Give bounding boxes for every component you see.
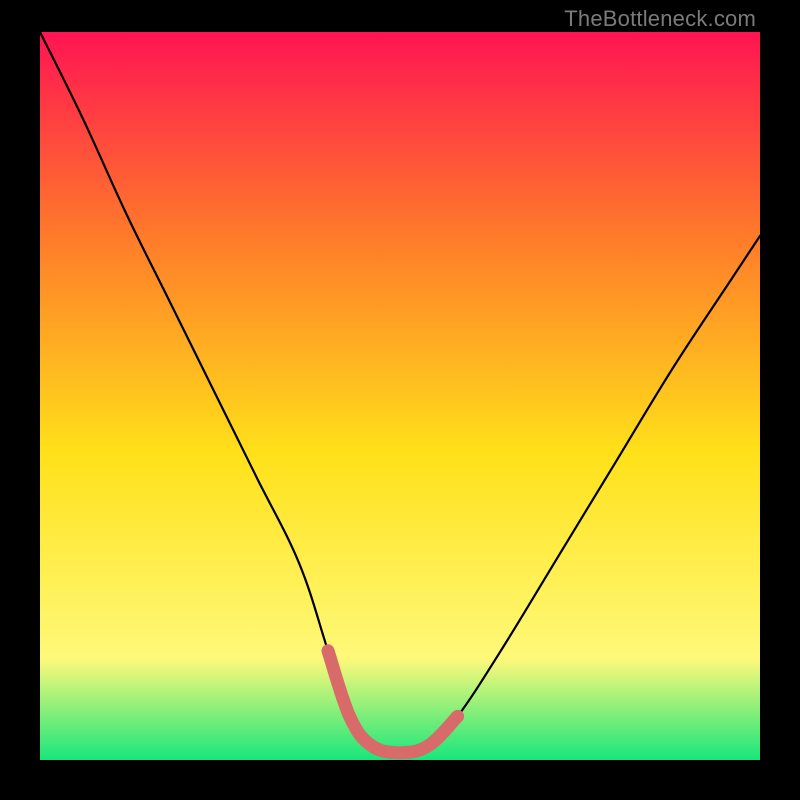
- chart-frame: TheBottleneck.com: [0, 0, 800, 800]
- plot-area: [40, 32, 760, 760]
- bottleneck-chart: [40, 32, 760, 760]
- gradient-background: [40, 32, 760, 760]
- watermark-text: TheBottleneck.com: [564, 6, 756, 32]
